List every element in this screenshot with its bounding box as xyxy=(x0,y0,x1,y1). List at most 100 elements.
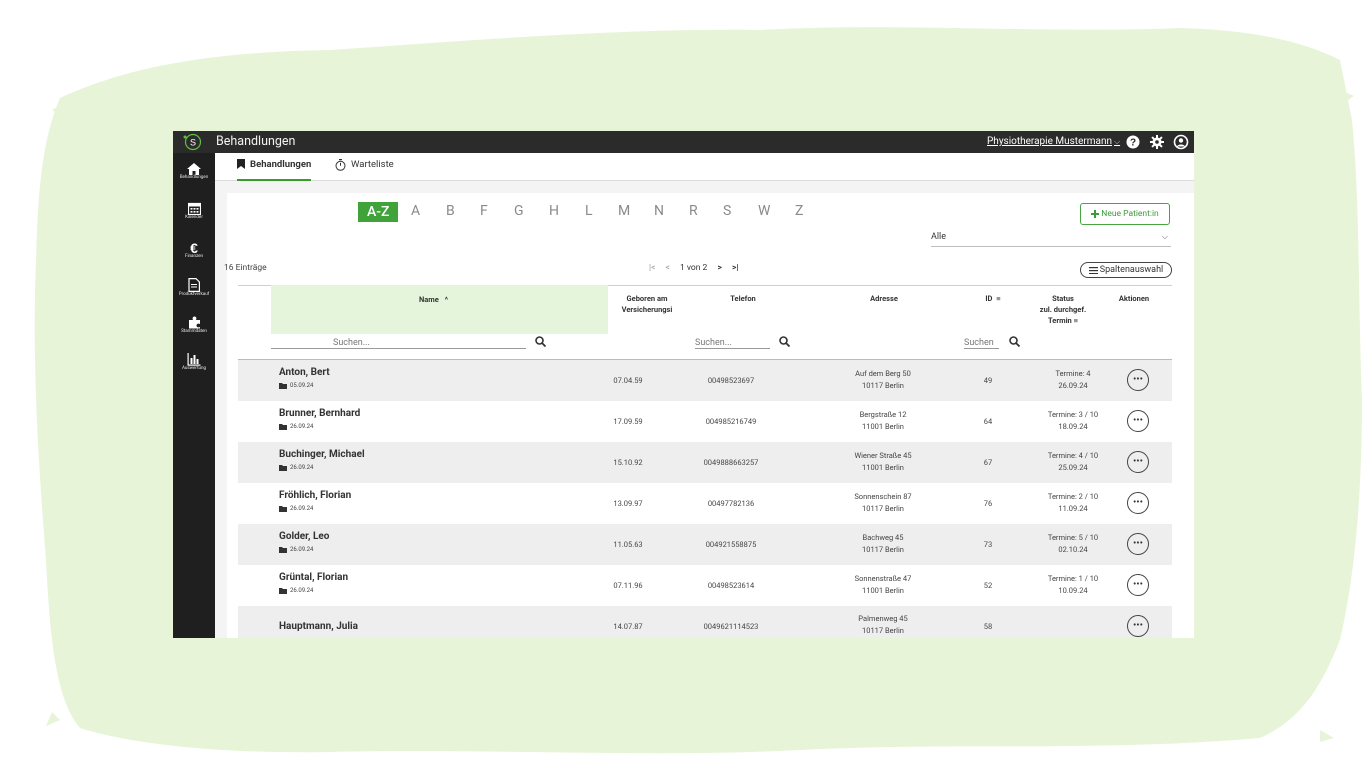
search-icon[interactable] xyxy=(779,336,790,347)
tab-label: Behandlungen xyxy=(250,159,312,170)
status-cell: Termine: 4 26.09.24 xyxy=(1055,369,1091,390)
patient-name[interactable]: Golder, Leo xyxy=(279,531,329,542)
folder-icon xyxy=(279,546,287,553)
sidebar-item-label: Auswertung xyxy=(181,366,207,371)
address-cell: Bachweg 45 10117 Berlin xyxy=(862,533,904,554)
sidebar-item-label: Behandlungen xyxy=(179,175,209,180)
help-icon[interactable]: ? xyxy=(1125,134,1141,150)
prev-page-button[interactable]: < xyxy=(666,263,670,273)
address-cell: Auf dem Berg 50 10117 Berlin xyxy=(855,369,911,390)
last-page-button[interactable]: >| xyxy=(732,263,739,273)
name-search-input[interactable]: Suchen... xyxy=(271,338,526,349)
patient-name[interactable]: Brunner, Bernhard xyxy=(279,408,360,419)
alpha-filter-z[interactable]: Z xyxy=(795,203,803,219)
app-window: S Behandlungen Physiotherapie Mustermann… xyxy=(173,131,1194,638)
row-actions-button[interactable]: ••• xyxy=(1127,451,1149,473)
sidebar-item-kalender[interactable]: Kalender xyxy=(173,202,215,238)
svg-text:S: S xyxy=(190,138,196,148)
column-header-name[interactable]: Name ^ xyxy=(419,294,448,305)
column-select-button[interactable]: Spaltenauswahl xyxy=(1080,262,1172,278)
last-visit: 26.09.24 xyxy=(279,464,313,471)
tab-warteliste[interactable]: Warteliste xyxy=(335,159,394,181)
alpha-filter-b[interactable]: B xyxy=(446,203,455,219)
table-row[interactable]: Grüntal, Florian 26.09.24 07.11.96 00498… xyxy=(238,565,1172,606)
sidebar-item-auswertung[interactable]: Auswertung xyxy=(173,353,215,389)
row-actions-button[interactable]: ••• xyxy=(1127,574,1149,596)
practice-selector[interactable]: Physiotherapie Mustermann ⌵ xyxy=(987,136,1120,147)
born-cell: 07.11.96 xyxy=(613,581,643,590)
sidebar-item-label: Kalender xyxy=(185,215,203,220)
column-header-id[interactable]: ID ≡ xyxy=(973,293,1013,304)
alpha-filter-s[interactable]: S xyxy=(723,203,731,219)
bookmark-icon xyxy=(237,159,245,169)
alpha-filter-w[interactable]: W xyxy=(758,203,770,219)
alpha-filter-r[interactable]: R xyxy=(689,203,698,219)
alpha-filter-h[interactable]: H xyxy=(549,203,559,219)
alpha-filter-a[interactable]: A xyxy=(411,203,420,219)
table-row[interactable]: Golder, Leo 26.09.24 11.05.63 0049215588… xyxy=(238,524,1172,565)
new-patient-button[interactable]: Neue Patient:in xyxy=(1080,203,1170,225)
search-icon[interactable] xyxy=(535,336,546,347)
pagination: |< < 1 von 2 > >| xyxy=(649,263,746,273)
first-page-button[interactable]: |< xyxy=(649,263,655,273)
patient-name[interactable]: Hauptmann, Julia xyxy=(279,621,358,632)
sidebar-item-stammdaten[interactable]: Stammdaten xyxy=(173,316,215,352)
born-cell: 13.09.97 xyxy=(613,499,643,508)
id-cell: 76 xyxy=(983,499,993,508)
entries-count: 16 Einträge xyxy=(224,263,267,273)
column-header-address[interactable]: Adresse xyxy=(859,293,909,304)
row-actions-button[interactable]: ••• xyxy=(1127,410,1149,432)
alpha-filter-m[interactable]: M xyxy=(618,203,630,219)
patient-name[interactable]: Anton, Bert xyxy=(279,367,330,378)
folder-icon xyxy=(279,382,287,389)
column-header-phone[interactable]: Telefon xyxy=(713,293,773,304)
patient-name[interactable]: Fröhlich, Florian xyxy=(279,490,351,501)
patient-name[interactable]: Grüntal, Florian xyxy=(279,572,348,583)
sidebar-item-behandlungen[interactable]: Behandlungen xyxy=(173,163,215,199)
born-cell: 07.04.59 xyxy=(613,376,643,385)
filter-value: Alle xyxy=(931,232,947,242)
new-patient-label: Neue Patient:in xyxy=(1101,209,1159,219)
table-row[interactable]: Buchinger, Michael 26.09.24 15.10.92 004… xyxy=(238,442,1172,483)
last-visit: 26.09.24 xyxy=(279,505,313,512)
document-icon xyxy=(188,278,200,292)
column-header-status[interactable]: Status zul. durchgef. Termin ≡ xyxy=(1031,293,1095,326)
row-actions-button[interactable]: ••• xyxy=(1127,615,1149,637)
last-visit: 26.09.24 xyxy=(279,587,313,594)
table-row[interactable]: Brunner, Bernhard 26.09.24 17.09.59 0049… xyxy=(238,401,1172,442)
patient-name[interactable]: Buchinger, Michael xyxy=(279,449,365,460)
alpha-filter-f[interactable]: F xyxy=(480,203,488,219)
phone-search-input[interactable]: Suchen... xyxy=(695,338,770,349)
settings-gear-icon[interactable] xyxy=(1149,134,1165,150)
table-row[interactable]: Fröhlich, Florian 26.09.24 13.09.97 0049… xyxy=(238,483,1172,524)
patient-filter-select[interactable]: Alle ⌵ xyxy=(931,232,1171,247)
user-account-icon[interactable] xyxy=(1173,134,1189,150)
euro-icon: € xyxy=(190,241,198,254)
search-icon[interactable] xyxy=(1009,336,1020,347)
tab-label: Warteliste xyxy=(351,159,394,170)
sidebar-item-label: Stammdaten xyxy=(181,329,207,334)
id-search-input[interactable]: Suchen xyxy=(964,338,999,349)
alpha-filter-all[interactable]: A-Z xyxy=(358,202,399,222)
phone-cell: 0049888663257 xyxy=(703,458,759,467)
alpha-filter-n[interactable]: N xyxy=(654,203,664,219)
page-status: 1 von 2 xyxy=(679,263,708,273)
row-actions-button[interactable]: ••• xyxy=(1127,533,1149,555)
sidebar-item-finanzen[interactable]: € Finanzen xyxy=(173,241,215,277)
alpha-filter-g[interactable]: G xyxy=(514,203,524,219)
row-actions-button[interactable]: ••• xyxy=(1127,369,1149,391)
folder-icon xyxy=(279,464,287,471)
name-column-highlight xyxy=(271,285,608,334)
sidebar-item-produktverkauf[interactable]: Produktverkauf xyxy=(173,278,215,314)
top-bar: S Behandlungen Physiotherapie Mustermann… xyxy=(173,131,1194,153)
column-header-born[interactable]: Geboren am Versicherungsi xyxy=(617,293,677,315)
phone-cell: 004985216749 xyxy=(705,417,757,426)
table-row[interactable]: Hauptmann, Julia 14.07.87 0049621114523 … xyxy=(238,606,1172,638)
table-row[interactable]: Anton, Bert 05.09.24 07.04.59 0049852369… xyxy=(238,360,1172,401)
next-page-button[interactable]: > xyxy=(717,263,721,273)
row-actions-button[interactable]: ••• xyxy=(1127,492,1149,514)
tab-behandlungen[interactable]: Behandlungen xyxy=(237,159,312,181)
born-cell: 14.07.87 xyxy=(613,622,643,631)
alpha-filter-l[interactable]: L xyxy=(585,203,593,219)
last-visit: 26.09.24 xyxy=(279,423,313,430)
